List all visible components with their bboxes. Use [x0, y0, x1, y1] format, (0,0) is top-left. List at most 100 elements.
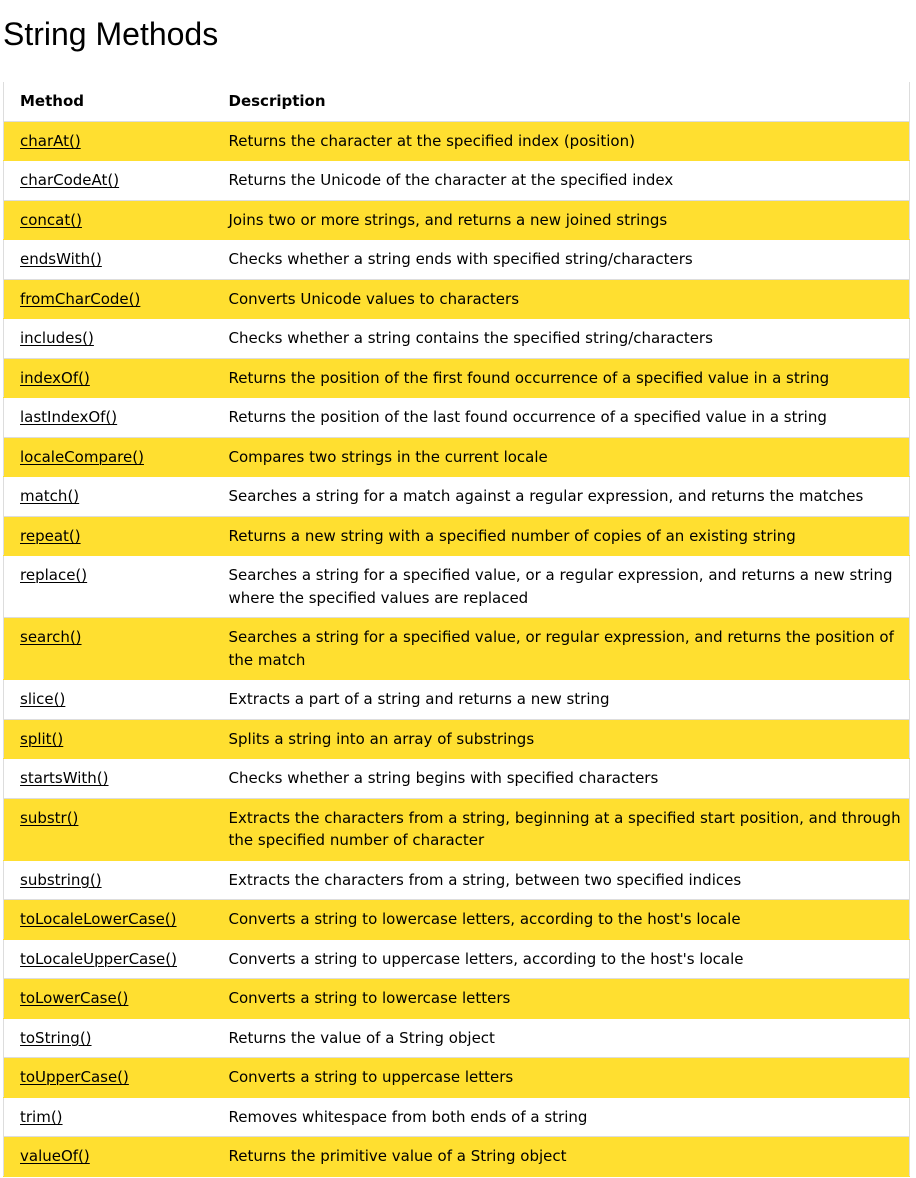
table-row: toString() Returns the value of a String …	[3, 1018, 910, 1058]
table-row: concat() Joins two or more strings, and r…	[3, 200, 910, 240]
description-cell: Searches a string for a specified value,…	[212, 617, 910, 680]
method-link[interactable]: fromCharCode()	[20, 290, 140, 308]
table-row: substr() Extracts the characters from a s…	[3, 798, 910, 861]
table-row: charCodeAt() Returns the Unicode of the c…	[3, 160, 910, 201]
description-cell: Returns the primitive value of a String …	[212, 1136, 910, 1177]
description-cell: Returns a new string with a specified nu…	[212, 516, 910, 556]
method-cell: startsWith()	[3, 758, 213, 799]
column-header-description: Description	[212, 82, 910, 122]
table-row: toLocaleLowerCase() Converts a string to …	[3, 899, 910, 940]
method-link[interactable]: repeat()	[20, 527, 81, 545]
table-row: search() Searches a string for a specifie…	[3, 617, 910, 680]
description-cell: Extracts the characters from a string, b…	[212, 798, 910, 861]
table-row: toLocaleUpperCase() Converts a string to …	[3, 939, 910, 979]
method-link[interactable]: localeCompare()	[20, 448, 144, 466]
method-link[interactable]: toUpperCase()	[20, 1068, 129, 1086]
description-cell: Compares two strings in the current loca…	[212, 437, 910, 477]
method-cell: includes()	[3, 318, 213, 359]
description-cell: Returns the character at the specified i…	[212, 121, 910, 161]
method-link[interactable]: match()	[20, 487, 79, 505]
table-row: fromCharCode() Converts Unicode values to…	[3, 279, 910, 319]
string-methods-table: Method Description charAt() Returns the c…	[3, 82, 910, 1177]
method-link[interactable]: charAt()	[20, 132, 81, 150]
column-header-method: Method	[3, 82, 213, 122]
method-cell: valueOf()	[3, 1136, 213, 1177]
description-cell: Extracts the characters from a string, b…	[212, 860, 910, 900]
table-row: valueOf() Returns the primitive value of …	[3, 1136, 910, 1177]
method-link[interactable]: trim()	[20, 1108, 63, 1126]
description-cell: Converts a string to uppercase letters, …	[212, 939, 910, 979]
method-link[interactable]: search()	[20, 628, 82, 646]
method-cell: toString()	[3, 1018, 213, 1058]
method-link[interactable]: charCodeAt()	[20, 171, 119, 189]
table-body: charAt() Returns the character at the spe…	[3, 121, 910, 1177]
method-cell: toLocaleLowerCase()	[3, 899, 213, 940]
table-header-row: Method Description	[3, 82, 910, 122]
method-cell: repeat()	[3, 516, 213, 556]
description-cell: Removes whitespace from both ends of a s…	[212, 1097, 910, 1137]
description-cell: Checks whether a string ends with specif…	[212, 239, 910, 280]
method-link[interactable]: substring()	[20, 871, 102, 889]
table-row: localeCompare() Compares two strings in t…	[3, 437, 910, 477]
method-link[interactable]: toString()	[20, 1029, 92, 1047]
method-link[interactable]: slice()	[20, 690, 65, 708]
description-cell: Joins two or more strings, and returns a…	[212, 200, 910, 240]
method-link[interactable]: concat()	[20, 211, 82, 229]
method-cell: indexOf()	[3, 358, 213, 398]
description-cell: Converts a string to uppercase letters	[212, 1057, 910, 1098]
description-cell: Returns the position of the last found o…	[212, 397, 910, 438]
method-link[interactable]: substr()	[20, 809, 78, 827]
method-cell: split()	[3, 719, 213, 759]
table-row: indexOf() Returns the position of the fir…	[3, 358, 910, 398]
table-row: startsWith() Checks whether a string begi…	[3, 758, 910, 799]
table-row: toLowerCase() Converts a string to lowerc…	[3, 978, 910, 1019]
method-cell: toLocaleUpperCase()	[3, 939, 213, 979]
method-cell: toLowerCase()	[3, 978, 213, 1019]
description-cell: Checks whether a string contains the spe…	[212, 318, 910, 359]
table-row: replace() Searches a string for a specifi…	[3, 555, 910, 618]
method-cell: substr()	[3, 798, 213, 861]
table-row: substring() Extracts the characters from …	[3, 860, 910, 900]
method-link[interactable]: valueOf()	[20, 1147, 90, 1165]
method-cell: trim()	[3, 1097, 213, 1137]
description-cell: Converts a string to lowercase letters, …	[212, 899, 910, 940]
description-cell: Returns the Unicode of the character at …	[212, 160, 910, 201]
method-link[interactable]: indexOf()	[20, 369, 90, 387]
table-row: slice() Extracts a part of a string and r…	[3, 679, 910, 720]
method-link[interactable]: toLocaleLowerCase()	[20, 910, 177, 928]
method-cell: substring()	[3, 860, 213, 900]
method-link[interactable]: split()	[20, 730, 63, 748]
description-cell: Returns the value of a String object	[212, 1018, 910, 1058]
description-cell: Extracts a part of a string and returns …	[212, 679, 910, 720]
description-cell: Converts a string to lowercase letters	[212, 978, 910, 1019]
method-link[interactable]: includes()	[20, 329, 94, 347]
method-link[interactable]: startsWith()	[20, 769, 109, 787]
method-cell: localeCompare()	[3, 437, 213, 477]
table-row: includes() Checks whether a string contai…	[3, 318, 910, 359]
page-title: String Methods	[3, 16, 219, 52]
method-cell: lastIndexOf()	[3, 397, 213, 438]
description-cell: Checks whether a string begins with spec…	[212, 758, 910, 799]
table-row: toUpperCase() Converts a string to upperc…	[3, 1057, 910, 1098]
method-link[interactable]: toLowerCase()	[20, 989, 128, 1007]
method-link[interactable]: toLocaleUpperCase()	[20, 950, 177, 968]
description-cell: Searches a string for a match against a …	[212, 476, 910, 517]
method-link[interactable]: lastIndexOf()	[20, 408, 117, 426]
description-cell: Splits a string into an array of substri…	[212, 719, 910, 759]
description-cell: Searches a string for a specified value,…	[212, 555, 910, 618]
method-cell: match()	[3, 476, 213, 517]
table-row: endsWith() Checks whether a string ends w…	[3, 239, 910, 280]
description-cell: Converts Unicode values to characters	[212, 279, 910, 319]
table-row: charAt() Returns the character at the spe…	[3, 121, 910, 161]
table-row: repeat() Returns a new string with a spec…	[3, 516, 910, 556]
method-cell: endsWith()	[3, 239, 213, 280]
table-row: match() Searches a string for a match aga…	[3, 476, 910, 517]
table-row: lastIndexOf() Returns the position of the…	[3, 397, 910, 438]
method-cell: charCodeAt()	[3, 160, 213, 201]
table-row: trim() Removes whitespace from both ends …	[3, 1097, 910, 1137]
method-cell: search()	[3, 617, 213, 680]
method-cell: replace()	[3, 555, 213, 618]
method-link[interactable]: endsWith()	[20, 250, 102, 268]
table-row: split() Splits a string into an array of …	[3, 719, 910, 759]
method-link[interactable]: replace()	[20, 566, 87, 584]
